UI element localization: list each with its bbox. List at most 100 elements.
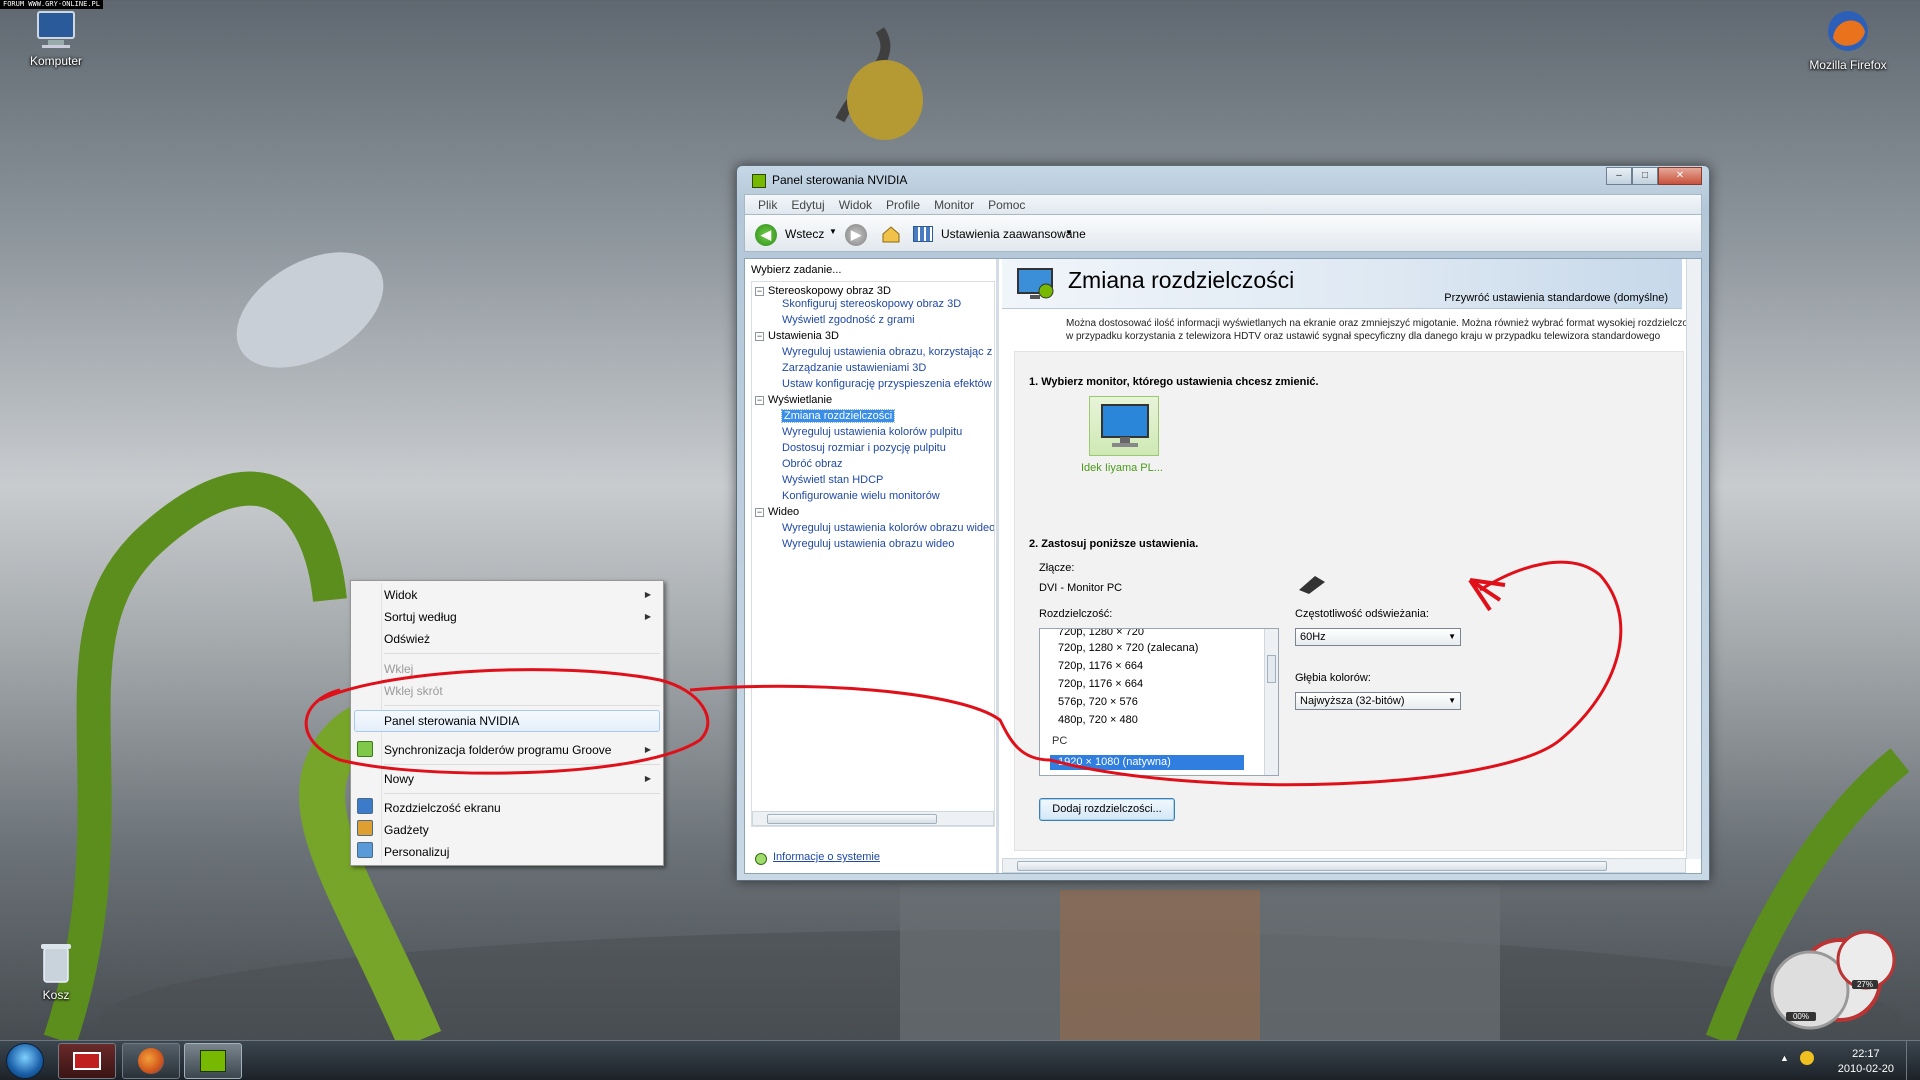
resolution-option[interactable]: 480p, 720 × 480 [1058, 714, 1138, 726]
description-line: Można dostosować ilość informacji wyświe… [1066, 318, 1686, 329]
clock-time: 22:17 [1852, 1048, 1880, 1060]
advanced-dropdown-icon[interactable]: ▼ [1065, 228, 1073, 237]
scroll-thumb[interactable] [1017, 861, 1607, 871]
refresh-rate-select[interactable]: 60Hz ▼ [1295, 628, 1461, 646]
maximize-button[interactable]: □ [1632, 167, 1658, 185]
tree-item-selected[interactable]: Zmiana rozdzielczości [780, 409, 896, 423]
menu-profile[interactable]: Profile [879, 195, 927, 214]
tree-category-stereo[interactable]: Stereoskopowy obraz 3D [768, 284, 891, 298]
tree-item[interactable]: Wyreguluj ustawienia obrazu wideo [782, 537, 954, 551]
resolution-listbox[interactable]: 720p, 1280 × 720 720p, 1280 × 720 (zalec… [1039, 628, 1279, 776]
menu-item-paste-shortcut[interactable]: Wklej skrót [384, 684, 443, 698]
show-desktop-button[interactable] [1906, 1041, 1920, 1080]
resolution-label: Rozdzielczość: [1039, 608, 1113, 620]
menu-pomoc[interactable]: Pomoc [981, 195, 1032, 214]
back-dropdown-icon[interactable]: ▼ [829, 227, 837, 236]
desktop-icon-computer[interactable]: Komputer [8, 10, 104, 68]
watermark: FORUM WWW.GRY-ONLINE.PL [0, 0, 103, 9]
title-bar[interactable]: Panel sterowania NVIDIA – □ ✕ [744, 166, 1702, 194]
task-pane-header: Wybierz zadanie... [751, 264, 842, 276]
menu-item-sort[interactable]: Sortuj według [384, 610, 457, 624]
tree-item[interactable]: Wyświetl zgodność z grami [782, 313, 915, 327]
collapse-icon[interactable]: − [755, 508, 764, 517]
info-icon [755, 853, 767, 865]
menu-monitor[interactable]: Monitor [927, 195, 981, 214]
resolution-option[interactable]: 720p, 1280 × 720 [1058, 629, 1144, 638]
tree-horizontal-scrollbar[interactable] [752, 811, 994, 826]
view-tasks-icon[interactable] [913, 226, 933, 242]
resolution-option-selected[interactable]: 1920 × 1080 (natywna) [1050, 755, 1244, 770]
screen-resolution-icon [357, 798, 373, 814]
back-arrow-icon[interactable]: ◀ [755, 224, 777, 246]
restore-defaults-link[interactable]: Przywróć ustawienia standardowe (domyśln… [1444, 292, 1668, 304]
resolution-option[interactable]: 720p, 1176 × 664 [1058, 678, 1143, 690]
settings-pane: Zmiana rozdzielczości Przywróć ustawieni… [1002, 259, 1701, 873]
resolution-scrollbar[interactable] [1264, 629, 1278, 775]
desktop-icon-firefox[interactable]: Mozilla Firefox [1800, 8, 1896, 72]
tree-item[interactable]: Ustaw konfigurację przyspieszenia efektó… [782, 377, 992, 391]
menu-item-view[interactable]: Widok [384, 588, 417, 602]
start-button[interactable] [6, 1043, 44, 1079]
close-button[interactable]: ✕ [1658, 167, 1702, 185]
network-icon[interactable] [1800, 1051, 1814, 1065]
nvidia-app-icon [752, 174, 766, 188]
window-title: Panel sterowania NVIDIA [772, 173, 908, 187]
groove-icon [357, 741, 373, 757]
forward-arrow-icon[interactable]: ▶ [845, 224, 867, 246]
collapse-icon[interactable]: − [755, 396, 764, 405]
tree-item[interactable]: Dostosuj rozmiar i pozycję pulpitu [782, 441, 946, 455]
monitor-tile[interactable] [1089, 396, 1159, 456]
resolution-option[interactable]: 720p, 1280 × 720 (zalecana) [1058, 642, 1198, 654]
menu-item-refresh[interactable]: Odśwież [384, 632, 430, 646]
settings-horizontal-scrollbar[interactable] [1002, 858, 1686, 873]
taskbar-nvidia-button[interactable] [184, 1043, 242, 1079]
menu-item-nvidia-control-panel[interactable]: Panel sterowania NVIDIA [384, 714, 519, 728]
tree-category-3d[interactable]: Ustawienia 3D [768, 329, 839, 343]
tree-category-display[interactable]: Wyświetlanie [768, 393, 832, 407]
resolution-option[interactable]: 576p, 720 × 576 [1058, 696, 1138, 708]
menu-bar: Plik Edytuj Widok Profile Monitor Pomoc [744, 194, 1702, 214]
menu-item-paste[interactable]: Wklej [384, 662, 413, 676]
taskbar-app-button[interactable] [58, 1043, 116, 1079]
tree-item[interactable]: Zarządzanie ustawieniami 3D [782, 361, 926, 375]
resolution-option[interactable]: 720p, 1176 × 664 [1058, 660, 1143, 672]
system-info-link[interactable]: Informacje o systemie [773, 851, 880, 863]
minimize-button[interactable]: – [1606, 167, 1632, 185]
add-resolutions-button[interactable]: Dodaj rozdzielczości... [1039, 798, 1175, 821]
menu-edytuj[interactable]: Edytuj [784, 195, 831, 214]
tree-item[interactable]: Wyreguluj ustawienia kolorów pulpitu [782, 425, 962, 439]
tree-item[interactable]: Konfigurowanie wielu monitorów [782, 489, 940, 503]
tree-item[interactable]: Wyświetl stan HDCP [782, 473, 883, 487]
scroll-thumb[interactable] [1267, 655, 1276, 683]
desktop-icon-label: Mozilla Firefox [1809, 58, 1887, 72]
taskbar-firefox-button[interactable] [122, 1043, 180, 1079]
menu-item-gadgets[interactable]: Gadżety [384, 823, 429, 837]
menu-separator [384, 793, 660, 794]
settings-vertical-scrollbar[interactable] [1686, 259, 1701, 859]
tree-item[interactable]: Skonfiguruj stereoskopowy obraz 3D [782, 297, 961, 311]
menu-item-personalize[interactable]: Personalizuj [384, 845, 449, 859]
menu-item-new[interactable]: Nowy [384, 772, 414, 786]
tree-item[interactable]: Wyreguluj ustawienia kolorów obrazu wide… [782, 521, 994, 535]
computer-icon [37, 11, 75, 48]
step-2-heading: 2. Zastosuj poniższe ustawienia. [1029, 538, 1199, 550]
collapse-icon[interactable]: − [755, 287, 764, 296]
menu-widok[interactable]: Widok [832, 195, 879, 214]
scroll-thumb[interactable] [767, 814, 937, 824]
monitor-label[interactable]: Idek Iiyama PL... [1081, 462, 1163, 474]
desktop-icon-recycle-bin[interactable]: Kosz [8, 940, 104, 1002]
tree-item[interactable]: Wyreguluj ustawienia obrazu, korzystając… [782, 345, 992, 359]
task-pane: Wybierz zadanie... − Stereoskopowy obraz… [745, 259, 999, 873]
tree-item[interactable]: Obróć obraz [782, 457, 843, 471]
color-depth-select[interactable]: Najwyższa (32-bitów) ▼ [1295, 692, 1461, 710]
menu-plik[interactable]: Plik [751, 195, 784, 214]
show-hidden-icons-icon[interactable]: ▲ [1780, 1053, 1789, 1063]
home-icon[interactable] [881, 225, 901, 243]
monitor-icon [1101, 404, 1149, 447]
collapse-icon[interactable]: − [755, 332, 764, 341]
back-button-label[interactable]: Wstecz [785, 227, 824, 241]
tree-category-video[interactable]: Wideo [768, 505, 799, 519]
menu-item-screen-resolution[interactable]: Rozdzielczość ekranu [384, 801, 501, 815]
clock[interactable]: 22:17 2010-02-20 [1838, 1047, 1894, 1077]
menu-item-groove-sync[interactable]: Synchronizacja folderów programu Groove [384, 743, 611, 757]
